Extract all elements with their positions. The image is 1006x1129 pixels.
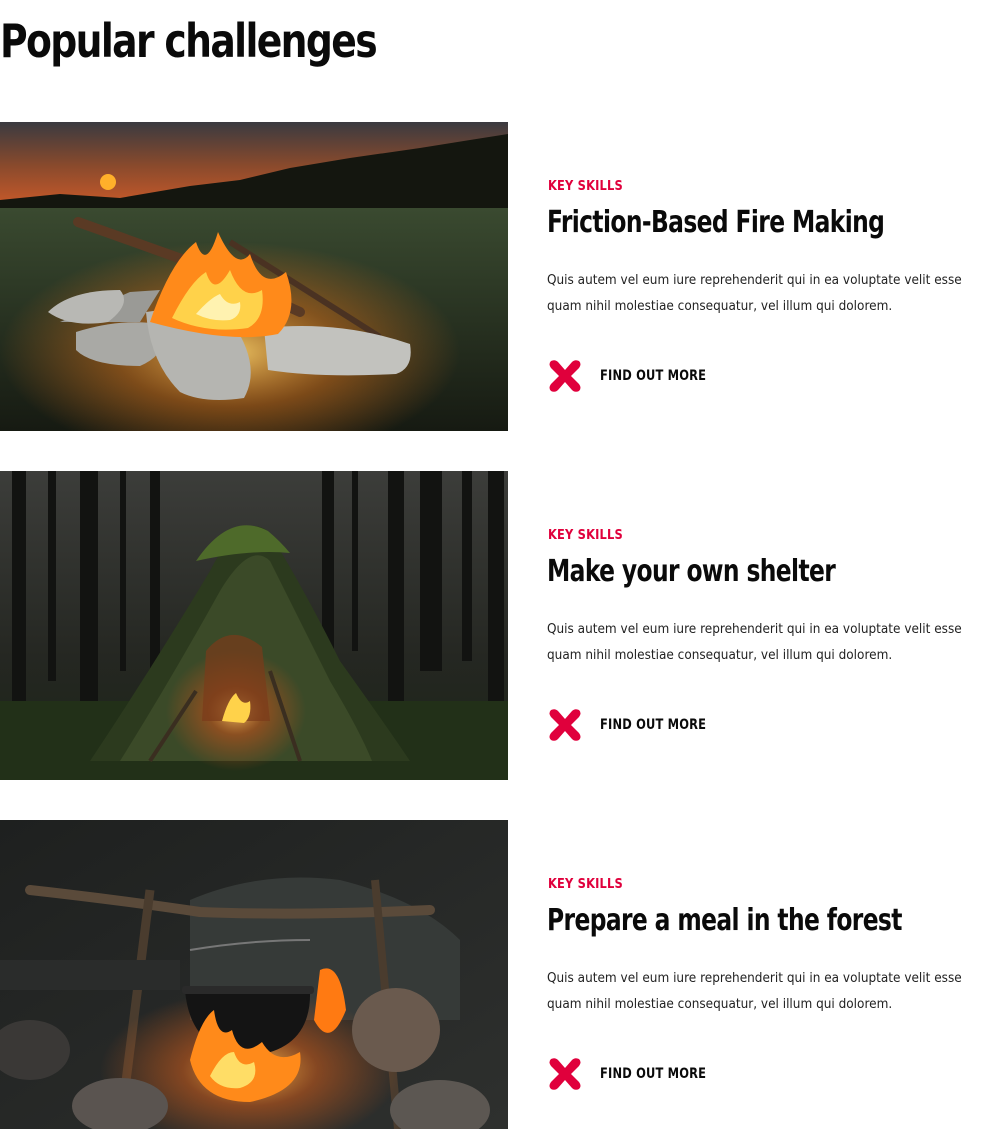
x-mark-icon — [549, 1058, 581, 1090]
find-out-more-label: FIND OUT MORE — [600, 717, 707, 733]
challenge-card: KEY SKILLS Prepare a meal in the forest … — [0, 820, 1006, 1129]
challenge-description: Quis autem vel eum iure reprehenderit qu… — [547, 273, 962, 314]
challenge-info: KEY SKILLS Friction-Based Fire Making Qu… — [547, 122, 997, 431]
challenge-card: KEY SKILLS Friction-Based Fire Making Qu… — [0, 122, 1006, 431]
find-out-more-link[interactable]: FIND OUT MORE — [547, 358, 729, 394]
find-out-more-label: FIND OUT MORE — [600, 368, 707, 384]
challenge-info: KEY SKILLS Prepare a meal in the forest … — [547, 820, 997, 1129]
challenge-title[interactable]: Prepare a meal in the forest — [547, 903, 902, 938]
x-mark-icon — [549, 360, 581, 392]
find-out-more-label: FIND OUT MORE — [600, 1066, 707, 1082]
challenge-image-cooking[interactable] — [0, 820, 508, 1129]
category-label: KEY SKILLS — [548, 877, 623, 892]
find-out-more-link[interactable]: FIND OUT MORE — [547, 1056, 729, 1092]
challenge-card: KEY SKILLS Make your own shelter Quis au… — [0, 471, 1006, 780]
category-label: KEY SKILLS — [548, 528, 623, 543]
challenge-title[interactable]: Friction-Based Fire Making — [547, 205, 885, 240]
challenge-title[interactable]: Make your own shelter — [547, 554, 836, 589]
category-label: KEY SKILLS — [548, 179, 623, 194]
challenge-image-campfire[interactable] — [0, 122, 508, 431]
find-out-more-link[interactable]: FIND OUT MORE — [547, 707, 729, 743]
x-mark-icon — [549, 709, 581, 741]
challenge-description: Quis autem vel eum iure reprehenderit qu… — [547, 622, 962, 663]
section-title: Popular challenges — [0, 14, 378, 68]
challenge-description: Quis autem vel eum iure reprehenderit qu… — [547, 971, 962, 1012]
challenge-image-shelter[interactable] — [0, 471, 508, 780]
challenge-info: KEY SKILLS Make your own shelter Quis au… — [547, 471, 997, 780]
